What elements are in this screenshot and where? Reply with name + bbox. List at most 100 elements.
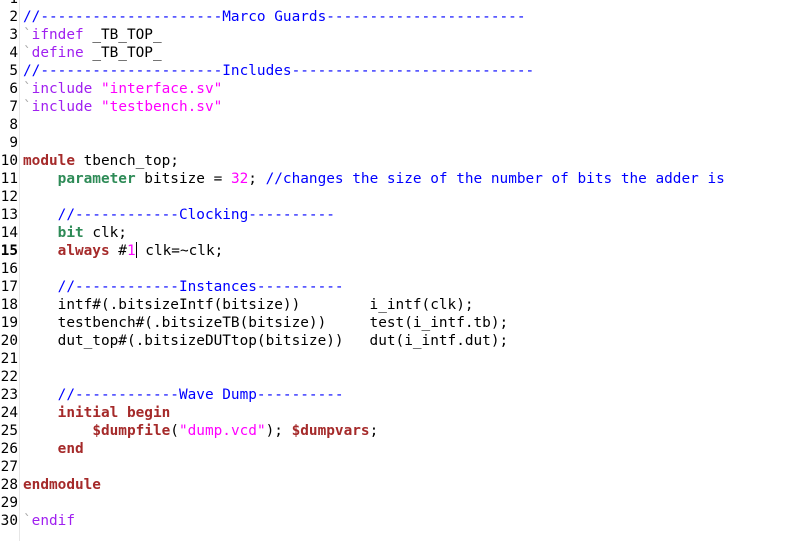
code-line[interactable]: 30 `endif [0,512,803,530]
token-bt: ` [23,45,32,61]
code-line[interactable]: 24 initial begin [0,404,803,422]
line-number: 28 [0,477,18,493]
code-line[interactable]: 17 //------------Instances---------- [0,278,803,296]
token-text: _TB_TOP_ [83,27,162,43]
line-number: 22 [0,369,18,385]
code-line[interactable]: 7 `include "testbench.sv" [0,98,803,116]
line-number: 20 [0,333,18,349]
token-kw: begin [126,405,171,421]
code-line[interactable]: 19 testbench#(.bitsizeTB(bitsize)) test(… [0,314,803,332]
code-line[interactable]: 18 intf#(.bitsizeIntf(bitsize)) i_intf(c… [0,296,803,314]
token-comment: //changes the size of the number of bits… [265,171,725,187]
code-text[interactable]: `ifndef _TB_TOP_ [23,26,162,44]
code-text[interactable]: //------------Wave Dump---------- [23,386,344,404]
code-text[interactable]: parameter bitsize = 32; //changes the si… [23,170,725,188]
token-num: 1 [126,243,136,259]
line-number: 17 [0,279,18,295]
code-text[interactable]: module tbench_top; [23,152,179,170]
token-directive: endif [31,513,75,529]
code-line[interactable]: 25 $dumpfile("dump.vcd"); $dumpvars; [0,422,803,440]
code-area[interactable]: 12//---------------------Marco Guards---… [0,0,803,530]
code-text[interactable]: `define _TB_TOP_ [23,44,162,62]
token-text: clk; [83,225,127,241]
token-bt: ` [23,99,32,115]
code-line[interactable]: 20 dut_top#(.bitsizeDUTtop(bitsize)) dut… [0,332,803,350]
token-text: ; [369,423,379,439]
line-number: 7 [9,99,18,115]
token-bt: ` [23,27,32,43]
token-text: ( [170,423,179,439]
code-text[interactable]: testbench#(.bitsizeTB(bitsize)) test(i_i… [23,314,509,332]
code-text[interactable]: always #1 clk=~clk; [23,242,223,260]
code-text[interactable]: $dumpfile("dump.vcd"); $dumpvars; [23,422,378,440]
token-kw: $dumpvars [291,423,370,439]
code-text[interactable]: //---------------------Marco Guards-----… [23,8,526,26]
line-number: 15 [0,243,18,259]
code-line[interactable]: 28 endmodule [0,476,803,494]
token-text: ; [248,171,266,187]
line-number: 10 [0,153,18,169]
code-line[interactable]: 14 bit clk; [0,224,803,242]
token-text: tbench_top; [74,153,179,169]
code-text[interactable]: bit clk; [23,224,127,242]
token-comment: //------------Wave Dump---------- [57,387,344,403]
token-text: bitsize = [135,171,231,187]
token-string: "testbench.sv" [101,99,223,115]
code-line[interactable]: 27 [0,458,803,476]
code-line[interactable]: 6 `include "interface.sv" [0,80,803,98]
token-directive: include [31,99,93,115]
token-type: bit [57,225,84,241]
line-number: 16 [0,261,18,277]
line-number: 8 [9,117,18,133]
code-line[interactable]: 21 [0,350,803,368]
code-line[interactable]: 26 end [0,440,803,458]
code-line[interactable]: 5 //---------------------Includes--------… [0,62,803,80]
code-line[interactable]: 1 [0,0,803,8]
code-line[interactable]: 9 [0,134,803,152]
code-line[interactable]: 29 [0,494,803,512]
code-text[interactable]: //---------------------Includes---------… [23,62,534,80]
code-line[interactable]: 11 parameter bitsize = 32; //changes the… [0,170,803,188]
line-number: 24 [0,405,18,421]
code-text[interactable]: end [23,440,84,458]
line-number: 30 [0,513,18,529]
code-line[interactable]: 4 `define _TB_TOP_ [0,44,803,62]
code-text[interactable]: `include "interface.sv" [23,80,222,98]
line-number: 13 [0,207,18,223]
code-line[interactable]: 23 //------------Wave Dump---------- [0,386,803,404]
token-kw: endmodule [23,477,101,493]
code-text[interactable]: intf#(.bitsizeIntf(bitsize)) i_intf(clk)… [23,296,474,314]
token-string: "dump.vcd" [178,423,266,439]
code-line[interactable]: 12 [0,188,803,206]
code-line[interactable]: 22 [0,368,803,386]
code-text[interactable]: initial begin [23,404,171,422]
code-line[interactable]: 3 `ifndef _TB_TOP_ [0,26,803,44]
code-text[interactable]: //------------Instances---------- [23,278,344,296]
code-text[interactable]: endmodule [23,476,101,494]
code-line[interactable]: 16 [0,260,803,278]
token-text: ); [265,423,292,439]
code-text[interactable]: `include "testbench.sv" [23,98,222,116]
code-line[interactable]: 10 module tbench_top; [0,152,803,170]
code-text[interactable]: `endif [23,512,75,530]
line-number: 14 [0,225,18,241]
line-number: 18 [0,297,18,313]
code-text[interactable]: //------------Clocking---------- [23,206,335,224]
code-line[interactable]: 13 //------------Clocking---------- [0,206,803,224]
line-number: 27 [0,459,18,475]
code-line[interactable]: 2 //---------------------Marco Guards----… [0,8,803,26]
code-line[interactable]: 15 always #1 clk=~clk; [0,242,803,260]
token-kw: initial [57,405,119,421]
code-line[interactable]: 8 [0,116,803,134]
code-text[interactable]: dut_top#(.bitsizeDUTtop(bitsize)) dut(i_… [23,332,509,350]
token-text: # [109,243,127,259]
code-editor[interactable]: 12//---------------------Marco Guards---… [0,0,803,541]
